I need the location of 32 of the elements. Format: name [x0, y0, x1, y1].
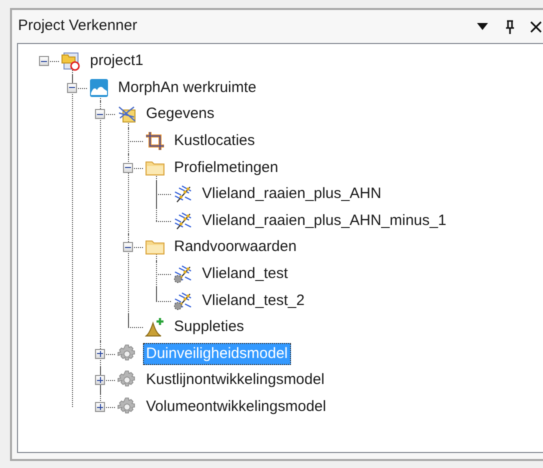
expand-toggle[interactable]: [95, 402, 105, 412]
tree-item[interactable]: Vlieland_raaien_plus_AHN: [199, 183, 384, 206]
data-icon: [117, 104, 137, 124]
tree-item[interactable]: MorphAn werkruimte: [115, 76, 260, 99]
collapse-toggle[interactable]: [39, 56, 49, 66]
collapse-toggle[interactable]: [67, 82, 77, 93]
workspace-icon: [89, 78, 109, 98]
tree-item[interactable]: Gegevens: [143, 103, 218, 126]
crop-icon: [145, 131, 165, 152]
close-icon[interactable]: [528, 18, 543, 34]
profile-lines-icon: [173, 210, 193, 231]
expand-toggle[interactable]: [95, 375, 105, 386]
hill-plus-icon: [145, 317, 165, 338]
tree-item[interactable]: Kustlijnontwikkelingsmodel: [143, 369, 328, 392]
profile-lines-gear-icon: [173, 290, 193, 311]
tree-item[interactable]: Vlieland_test: [199, 263, 291, 286]
tree-item[interactable]: project1: [87, 50, 146, 72]
tree-item[interactable]: Vlieland_test_2: [199, 290, 308, 312]
profile-lines-icon: [173, 184, 193, 204]
collapse-toggle[interactable]: [95, 109, 105, 120]
profile-lines-gear-icon: [173, 264, 193, 284]
tree-item[interactable]: Vlieland_raaien_plus_AHN_minus_1: [199, 210, 450, 232]
tree-item[interactable]: Suppleties: [171, 316, 248, 338]
expand-toggle[interactable]: [95, 348, 105, 359]
tree-item[interactable]: Profielmetingen: [171, 156, 282, 179]
collapse-toggle[interactable]: [123, 162, 133, 173]
collapse-toggle[interactable]: [123, 242, 133, 252]
tree-item[interactable]: Randvoorwaarden: [171, 236, 300, 258]
tree-item[interactable]: Kustlocaties: [171, 130, 258, 152]
project-icon: [61, 51, 81, 72]
panel-title: Project Verkenner: [18, 16, 138, 36]
tree-item[interactable]: Volumeontwikkelingsmodel: [143, 396, 330, 418]
